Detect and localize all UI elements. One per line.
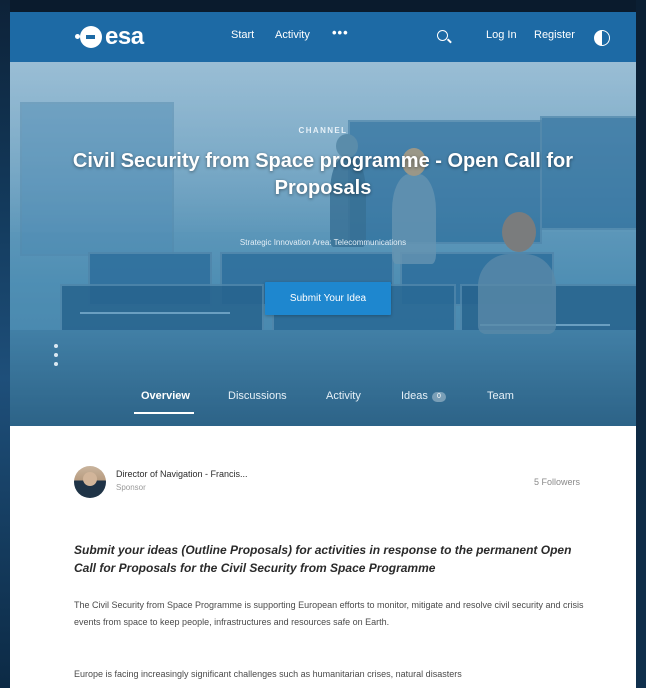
overview-content: Director of Navigation - Francis... Spon… xyxy=(10,426,636,688)
tab-ideas-label: Ideas xyxy=(401,390,428,402)
search-icon[interactable] xyxy=(437,30,448,41)
carousel-dots xyxy=(54,344,58,371)
tab-discussions[interactable]: Discussions xyxy=(228,390,287,402)
ideas-count-badge: 0 xyxy=(431,392,446,402)
login-link[interactable]: Log In xyxy=(486,29,517,41)
esa-logo-mark-icon xyxy=(75,26,102,48)
nav-more-menu[interactable]: ••• xyxy=(332,25,349,40)
sponsor-avatar[interactable] xyxy=(74,466,106,498)
browser-backdrop-right xyxy=(636,0,646,688)
top-navbar: esa Start Activity ••• Log In Register xyxy=(10,12,636,62)
sponsor-role: Sponsor xyxy=(116,483,146,492)
hero-subtitle: Strategic Innovation Area: Telecommunica… xyxy=(239,238,407,247)
description-paragraph-2: Europe is facing increasingly significan… xyxy=(74,669,462,679)
nav-activity[interactable]: Activity xyxy=(275,29,310,41)
tab-ideas[interactable]: Ideas 0 xyxy=(401,390,446,402)
hero-banner: CHANNEL Civil Security from Space progra… xyxy=(10,62,636,426)
tab-team[interactable]: Team xyxy=(487,390,514,402)
followers-count[interactable]: 5 Followers xyxy=(492,477,580,487)
carousel-dot[interactable] xyxy=(54,362,58,366)
carousel-dot[interactable] xyxy=(54,353,58,357)
hero-title: Civil Security from Space programme - Op… xyxy=(72,150,574,199)
contrast-toggle-icon[interactable] xyxy=(594,30,610,46)
esa-logo[interactable]: esa xyxy=(75,22,144,52)
browser-backdrop-left xyxy=(0,0,10,688)
nav-start[interactable]: Start xyxy=(231,29,254,41)
carousel-dot[interactable] xyxy=(54,344,58,348)
esa-logo-text: esa xyxy=(105,23,144,50)
sponsor-name[interactable]: Director of Navigation - Francis... xyxy=(116,469,248,479)
page: esa Start Activity ••• Log In Register C… xyxy=(10,12,636,688)
tab-activity[interactable]: Activity xyxy=(326,390,361,402)
register-link[interactable]: Register xyxy=(534,29,575,41)
description-paragraph-1: The Civil Security from Space Programme … xyxy=(74,600,584,627)
submit-idea-button[interactable]: Submit Your Idea xyxy=(265,282,391,315)
channel-summary: Submit your ideas (Outline Proposals) fo… xyxy=(74,543,572,575)
channel-tabs: Overview Discussions Activity Ideas 0 Tea… xyxy=(10,390,636,410)
active-tab-indicator xyxy=(134,412,194,414)
channel-label: CHANNEL xyxy=(298,126,348,135)
tab-overview[interactable]: Overview xyxy=(141,390,190,402)
browser-backdrop-top xyxy=(0,0,646,12)
